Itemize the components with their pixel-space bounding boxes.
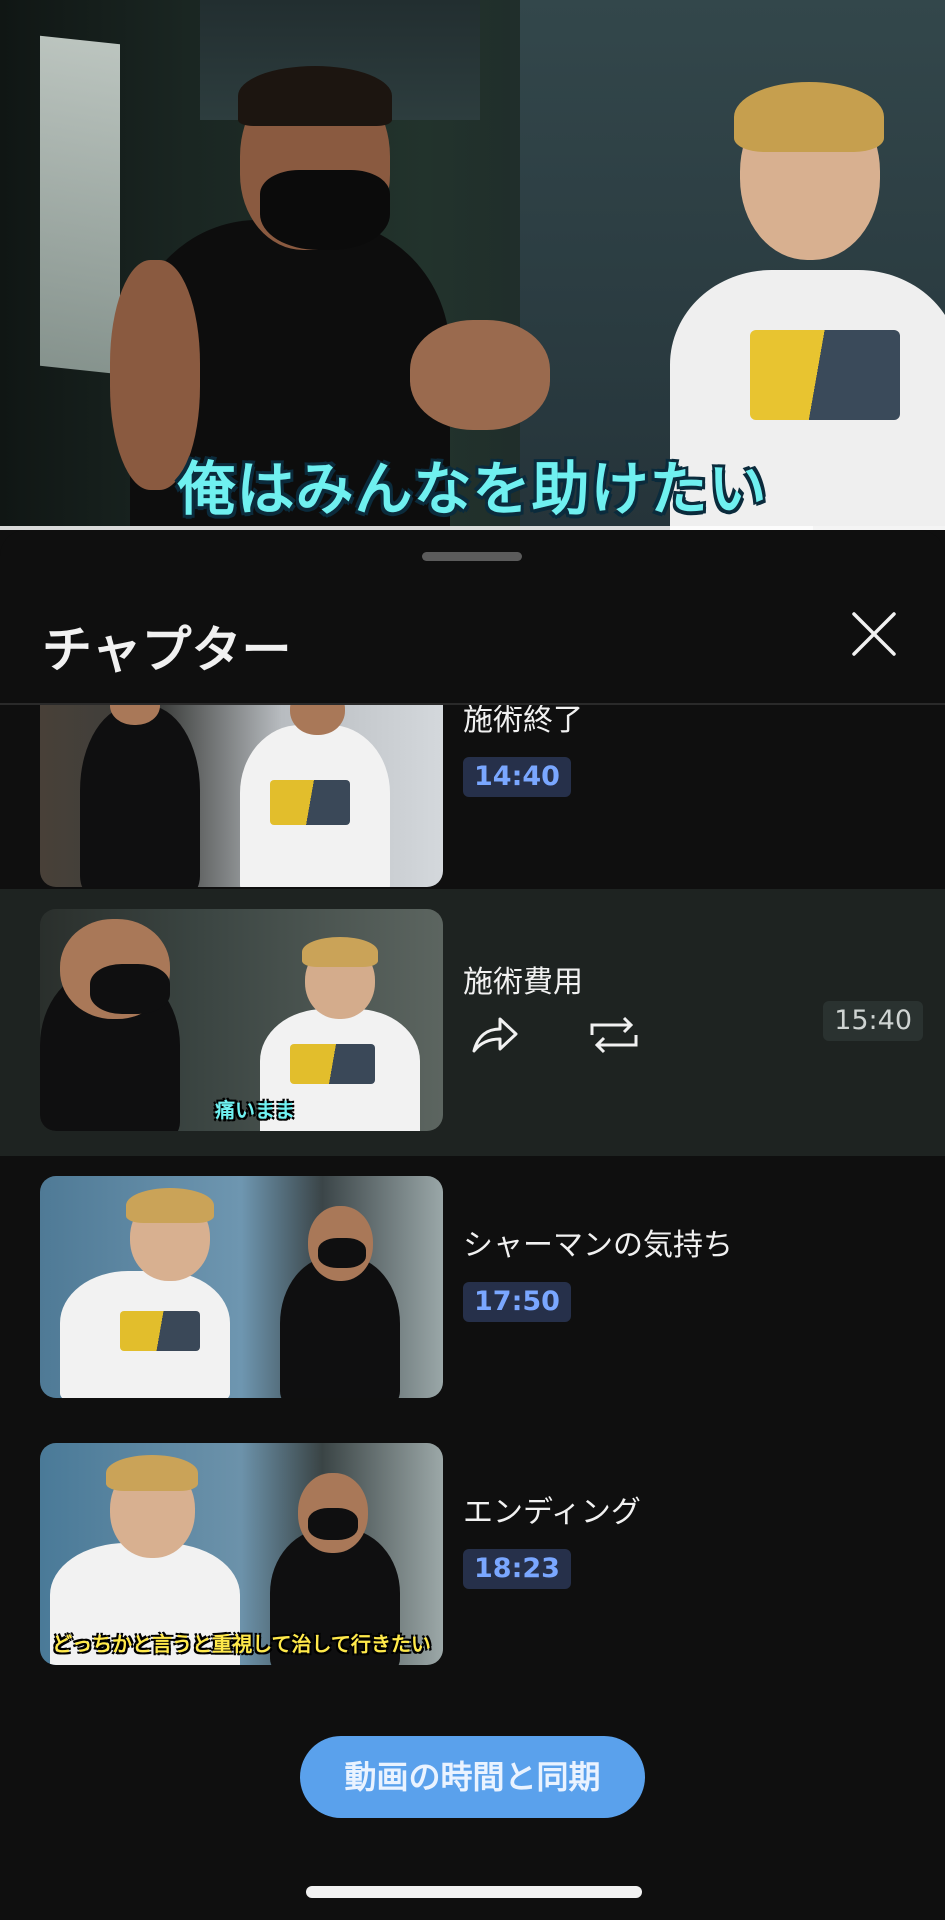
chapter-title: エンディング [463, 1495, 641, 1530]
video-subtitle: 俺はみんなを助けたい [177, 455, 768, 523]
share-icon [472, 1017, 518, 1053]
chapter-item[interactable]: どっちかと言うと重視して治して行きたい エンディング 18:23 [0, 1423, 945, 1690]
chapter-thumbnail [40, 705, 443, 887]
repeat-button[interactable] [586, 1007, 642, 1063]
video-background-window [40, 35, 120, 375]
chapter-timestamp[interactable]: 17:50 [463, 1282, 571, 1322]
sync-with-video-time-button[interactable]: 動画の時間と同期 [300, 1736, 645, 1818]
repeat-icon [590, 1016, 638, 1054]
video-player[interactable]: 俺はみんなを助けたい [0, 0, 945, 530]
chapter-timestamp[interactable]: 15:40 [823, 1001, 923, 1041]
chapter-thumbnail: 痛いまま [40, 909, 443, 1131]
sheet-title: チャプター [42, 621, 292, 679]
close-icon [852, 612, 896, 656]
chapter-title: 施術費用 [463, 965, 583, 1000]
chapter-item-active[interactable]: 痛いまま 施術費用 15:40 [0, 889, 945, 1156]
share-button[interactable] [466, 1007, 522, 1063]
chapter-thumbnail [40, 1176, 443, 1398]
chapter-timestamp[interactable]: 18:23 [463, 1549, 571, 1589]
home-indicator[interactable] [306, 1886, 642, 1898]
thumbnail-caption: どっちかと言うと重視して治して行きたい [52, 1632, 431, 1656]
close-button[interactable] [848, 608, 900, 660]
chapter-item[interactable]: シャーマンの気持ち 17:50 [0, 1156, 945, 1423]
thumbnail-caption: 痛いまま [215, 1098, 295, 1122]
chapter-thumbnail: どっちかと言うと重視して治して行きたい [40, 1443, 443, 1665]
chapter-title: シャーマンの気持ち [463, 1228, 733, 1263]
chapter-timestamp[interactable]: 14:40 [463, 757, 571, 797]
sheet-grabber-handle[interactable] [422, 552, 522, 561]
chapter-list[interactable]: 施術終了 14:40 痛いまま 施術費用 15:40 シャーマンの気持ち 17:… [0, 705, 945, 1705]
chapter-title: 施術終了 [463, 705, 583, 738]
